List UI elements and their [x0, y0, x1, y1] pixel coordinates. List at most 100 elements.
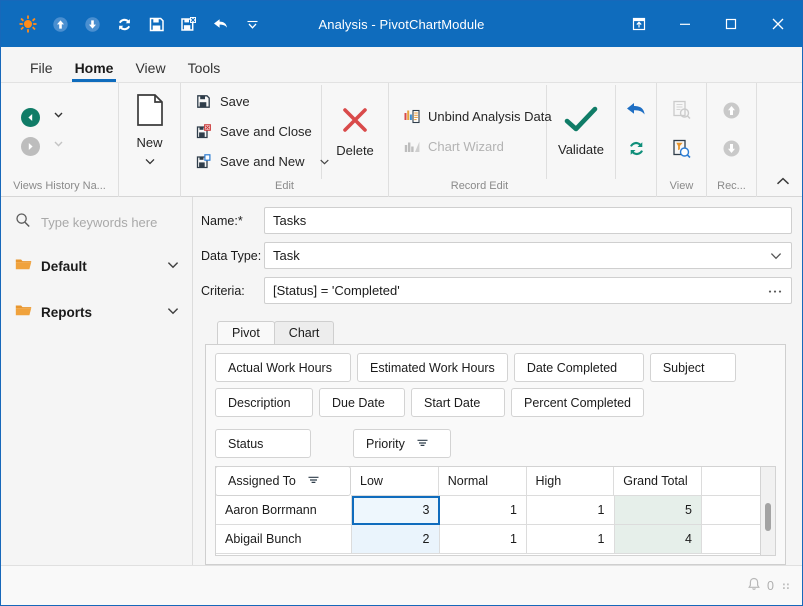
forward-button[interactable] — [21, 137, 40, 156]
pivot-cell-grand-total[interactable]: 5 — [615, 496, 703, 525]
tab-chart[interactable]: Chart — [274, 321, 335, 345]
undo-icon[interactable] — [205, 9, 235, 39]
pivot-column-header[interactable]: Low — [351, 467, 439, 496]
pivot-grid-wrap: Assigned To Low Normal High Grand To — [215, 466, 776, 556]
data-type-field-label: Data Type: — [197, 249, 264, 263]
pivot-grid-vertical-scrollbar[interactable] — [761, 466, 776, 556]
sidebar-item-reports[interactable]: Reports — [1, 295, 192, 329]
pivot-column-header[interactable]: Grand Total — [614, 467, 702, 496]
pivot-cell-selected[interactable]: 3 — [352, 496, 440, 525]
pivot-field-chip[interactable]: Date Completed — [514, 353, 644, 382]
save-menu-item-label: Save — [220, 94, 250, 109]
save-and-new-menu-item[interactable]: Save and New — [191, 150, 311, 174]
customize-quick-access-icon[interactable] — [237, 9, 267, 39]
status-bar: 0 — [1, 565, 802, 605]
ribbon-group-new: New — [119, 83, 181, 197]
pivot-column-chip-priority[interactable]: Priority — [353, 429, 451, 458]
collapse-ribbon-button[interactable] — [772, 171, 794, 191]
ribbon-group-label-navigation: Views History Na... — [1, 180, 118, 197]
pivot-field-chip[interactable]: Start Date — [411, 388, 505, 417]
minimize-button[interactable] — [662, 1, 708, 47]
filter-search-icon[interactable] — [672, 139, 691, 164]
reload-refresh-icon[interactable] — [626, 138, 647, 164]
name-field-label: Name:* — [197, 214, 264, 228]
notification-indicator[interactable]: 0 — [747, 577, 774, 595]
maximize-button[interactable] — [708, 1, 754, 47]
sidebar-item-default[interactable]: Default — [1, 249, 192, 283]
pivot-row-field-chip-assigned-to[interactable]: Assigned To — [215, 466, 351, 496]
pivot-field-chip[interactable]: Actual Work Hours — [215, 353, 351, 382]
chevron-down-icon[interactable] — [166, 303, 180, 321]
save-menu-item[interactable]: Save — [191, 90, 311, 114]
new-dropdown-icon[interactable] — [144, 153, 156, 171]
move-up-icon[interactable] — [45, 9, 75, 39]
pivot-filter-chip-status[interactable]: Status — [215, 429, 311, 458]
preview-disabled-icon[interactable] — [672, 100, 691, 125]
unbind-analysis-data-label: Unbind Analysis Data — [428, 109, 552, 124]
pivot-field-chip[interactable]: Subject — [650, 353, 736, 382]
tab-pivot[interactable]: Pivot — [217, 321, 275, 345]
new-button-label: New — [136, 135, 162, 150]
pivot-column-header[interactable]: High — [527, 467, 615, 496]
validate-button[interactable]: Validate — [547, 85, 615, 179]
data-type-select[interactable]: Task — [264, 242, 792, 269]
save-icon[interactable] — [141, 9, 171, 39]
chevron-down-icon[interactable] — [769, 251, 783, 261]
back-button[interactable] — [21, 108, 40, 127]
criteria-input[interactable]: [Status] = 'Completed' — [264, 277, 792, 304]
pivot-row-header[interactable]: Abigail Bunch — [216, 525, 352, 554]
forward-history-dropdown-icon[interactable] — [52, 137, 65, 155]
pivot-cell[interactable]: 2 — [352, 525, 440, 554]
pivot-field-chip[interactable]: Due Date — [319, 388, 405, 417]
pivot-field-chip[interactable]: Estimated Work Hours — [357, 353, 508, 382]
close-button[interactable] — [754, 1, 802, 47]
navigation-sidebar: Type keywords here Default — [1, 197, 193, 565]
pivot-cell[interactable]: 1 — [440, 525, 528, 554]
refresh-icon[interactable] — [109, 9, 139, 39]
pivot-field-chip[interactable]: Description — [215, 388, 313, 417]
pivot-field-chip[interactable]: Percent Completed — [511, 388, 644, 417]
unbind-analysis-data-menu-item[interactable]: Unbind Analysis Data — [399, 105, 536, 129]
folder-icon — [15, 257, 32, 276]
ribbon-tab-home[interactable]: Home — [64, 61, 125, 82]
pivot-row-header[interactable]: Aaron Borrmann — [216, 496, 352, 525]
move-down-icon[interactable] — [77, 9, 107, 39]
filter-sort-icon[interactable] — [307, 474, 320, 488]
resize-grip-icon[interactable] — [780, 579, 794, 593]
chevron-down-icon[interactable] — [166, 257, 180, 275]
ellipsis-icon[interactable] — [767, 288, 783, 294]
save-and-close-menu-item[interactable]: Save and Close — [191, 120, 311, 144]
name-input[interactable]: Tasks — [264, 207, 792, 234]
pivot-cell[interactable]: 1 — [440, 496, 528, 525]
reset-undo-icon[interactable] — [625, 99, 647, 124]
ribbon-tab-tools[interactable]: Tools — [177, 61, 232, 82]
table-row[interactable]: Abigail Bunch 2 1 1 4 — [216, 525, 760, 554]
pivot-column-header[interactable]: Normal — [439, 467, 527, 496]
new-button[interactable]: New — [119, 85, 180, 179]
pivot-cell[interactable]: 1 — [527, 525, 615, 554]
pivot-cell-grand-total[interactable]: 4 — [615, 525, 703, 554]
table-row[interactable]: Aaron Borrmann 3 1 1 5 — [216, 496, 760, 525]
new-page-icon — [134, 93, 166, 132]
ribbon-group-label-view: View — [657, 180, 706, 197]
previous-record-icon[interactable] — [722, 101, 741, 125]
save-and-close-icon[interactable] — [173, 9, 203, 39]
scrollbar-thumb[interactable] — [765, 503, 771, 531]
ribbon-group-label-record-edit: Record Edit — [389, 180, 570, 197]
delete-button[interactable]: Delete — [322, 85, 388, 179]
validate-button-label: Validate — [558, 142, 604, 157]
sidebar-search[interactable]: Type keywords here — [1, 207, 192, 237]
save-and-close-menu-item-label: Save and Close — [220, 124, 312, 139]
field-row-criteria: Criteria: [Status] = 'Completed' — [197, 277, 792, 304]
ribbon-tab-view[interactable]: View — [124, 61, 176, 82]
pivot-cell[interactable]: 1 — [527, 496, 615, 525]
ribbon-tab-file[interactable]: File — [19, 61, 64, 82]
back-history-dropdown-icon[interactable] — [52, 108, 65, 126]
filter-sort-icon[interactable] — [416, 437, 429, 451]
validate-check-icon — [564, 106, 598, 139]
next-record-icon[interactable] — [722, 139, 741, 163]
app-logo-icon[interactable] — [13, 9, 43, 39]
restore-down-button[interactable] — [616, 1, 662, 47]
editor-tab-strip: Pivot Chart — [197, 318, 792, 344]
chart-wizard-menu-item[interactable]: Chart Wizard — [399, 135, 536, 159]
